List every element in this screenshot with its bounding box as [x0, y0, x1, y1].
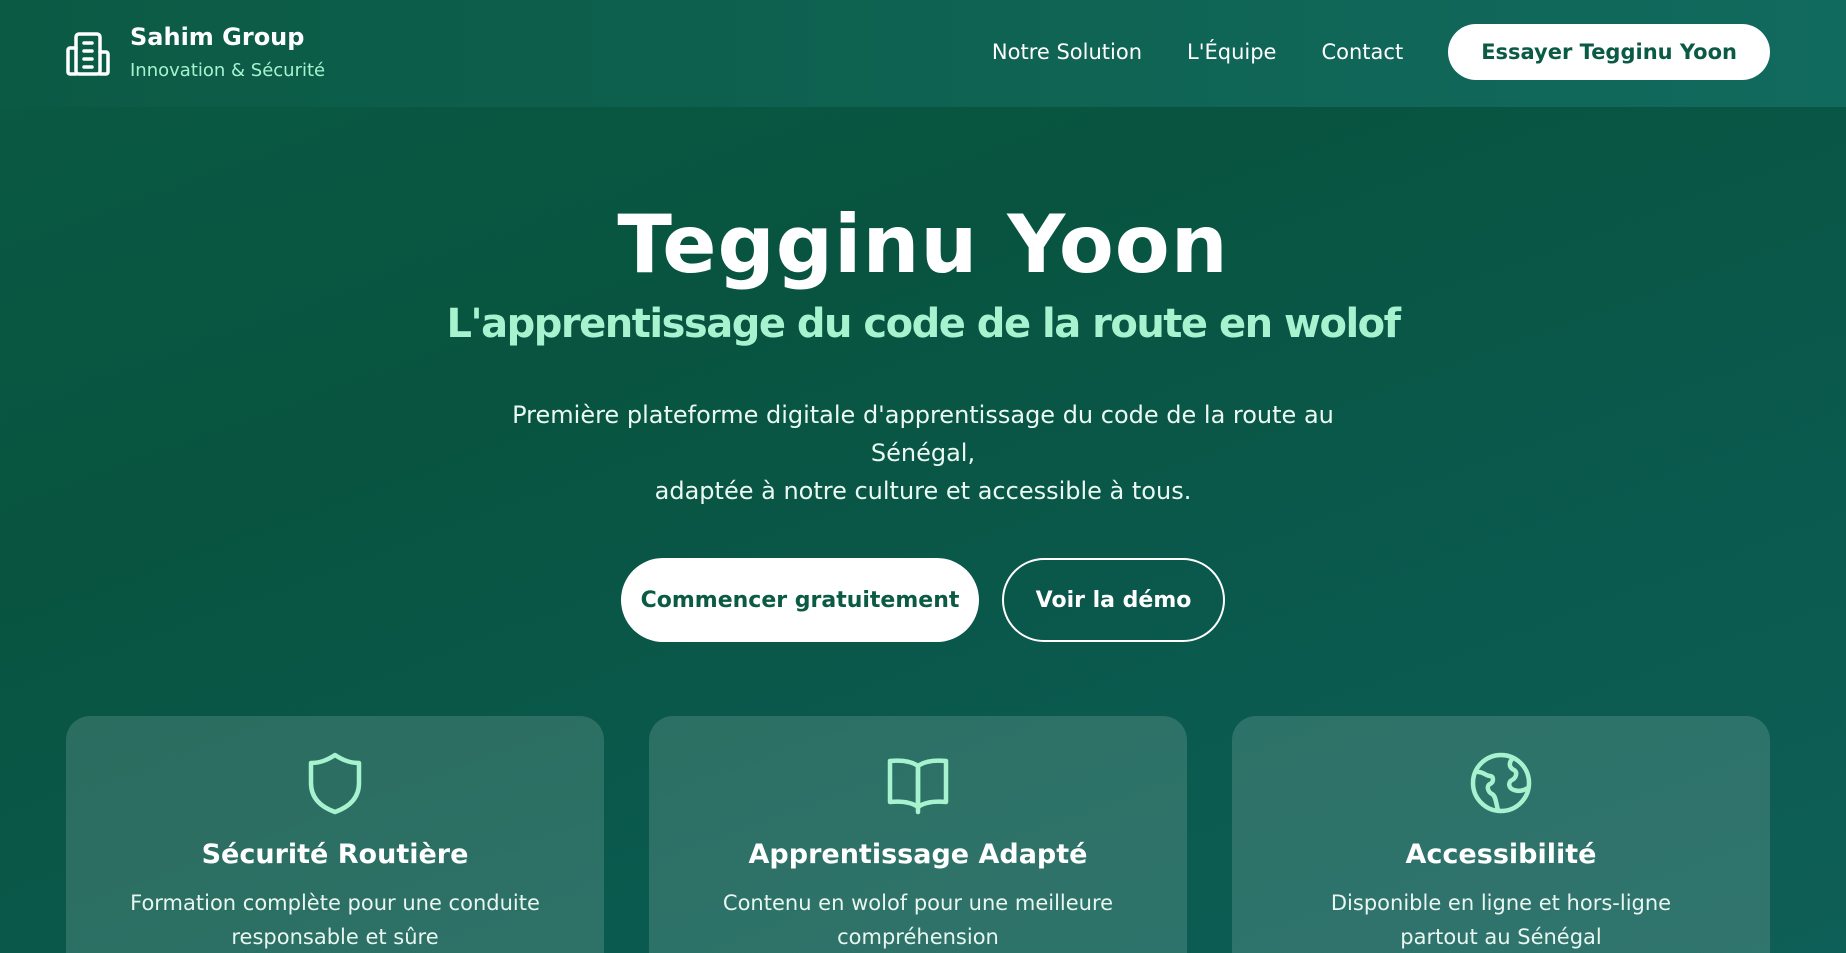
building-icon — [66, 32, 110, 76]
book-open-icon — [887, 758, 949, 815]
hero-description-line-1: Première plateforme digitale d'apprentis… — [512, 401, 1334, 467]
hero-buttons: Commencer gratuitement Voir la démo — [0, 558, 1846, 642]
site-header: Sahim Group Innovation & Sécurité Notre … — [0, 0, 1846, 107]
view-demo-button[interactable]: Voir la démo — [1002, 558, 1225, 642]
feature-title: Accessibilité — [1405, 839, 1597, 870]
feature-card-road-safety: Sécurité Routière Formation complète pou… — [66, 716, 604, 953]
nav-link-notre-solution[interactable]: Notre Solution — [992, 24, 1142, 80]
brand[interactable]: Sahim Group Innovation & Sécurité — [66, 22, 325, 84]
hero-description-line-2: adaptée à notre culture et accessible à … — [654, 477, 1192, 505]
features-section: Sécurité Routière Formation complète pou… — [66, 716, 1770, 953]
feature-title: Sécurité Routière — [201, 839, 469, 870]
hero-subtitle: L'apprentissage du code de la route en w… — [446, 301, 1401, 347]
globe-icon — [1470, 752, 1532, 814]
feature-description: Formation complète pour une conduite res… — [130, 891, 540, 949]
hero-description: Première plateforme digitale d'apprentis… — [473, 396, 1373, 510]
try-tegginu-yoon-button[interactable]: Essayer Tegginu Yoon — [1448, 24, 1770, 80]
main-nav: Notre Solution L'Équipe Contact Essayer … — [992, 24, 1770, 80]
hero-title: Tegginu Yoon — [617, 198, 1229, 291]
brand-tagline: Innovation & Sécurité — [130, 60, 326, 81]
brand-name: Sahim Group — [130, 23, 305, 51]
feature-title: Apprentissage Adapté — [748, 839, 1088, 870]
feature-card-adapted-learning: Apprentissage Adapté Contenu en wolof po… — [649, 716, 1187, 953]
feature-description: Contenu en wolof pour une meilleure comp… — [722, 891, 1114, 949]
nav-link-equipe[interactable]: L'Équipe — [1187, 24, 1276, 80]
feature-description: Disponible en ligne et hors-ligne partou… — [1330, 891, 1672, 949]
hero-section: Tegginu Yoon L'apprentissage du code de … — [0, 107, 1846, 642]
shield-icon — [308, 752, 362, 815]
brand-text: Sahim Group Innovation & Sécurité — [130, 22, 325, 84]
feature-card-accessibility: Accessibilité Disponible en ligne et hor… — [1232, 716, 1770, 953]
start-free-button[interactable]: Commencer gratuitement — [621, 558, 979, 642]
nav-link-contact[interactable]: Contact — [1321, 24, 1403, 80]
